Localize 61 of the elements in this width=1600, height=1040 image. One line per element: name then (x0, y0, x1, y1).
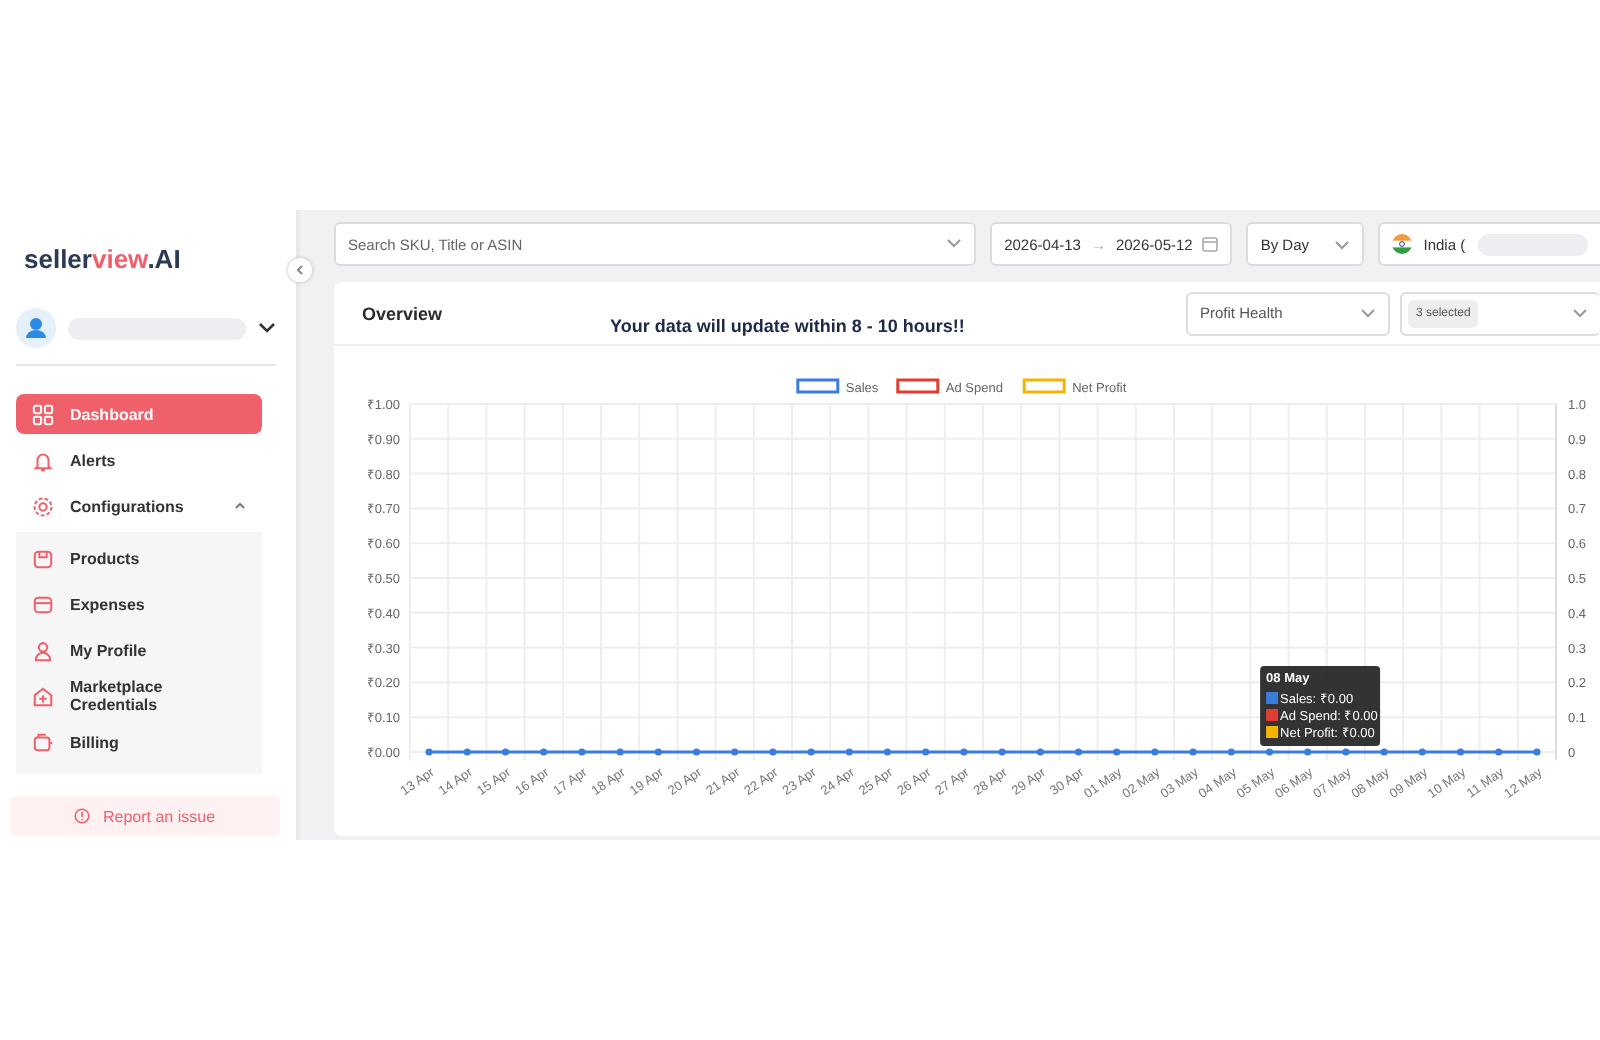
data-point (731, 748, 739, 756)
data-point (845, 748, 853, 756)
box-icon (32, 547, 54, 569)
data-point (883, 748, 892, 756)
sidebar-item[interactable]: Marketplace Credentials (16, 676, 262, 716)
logo: sellerview.AI (22, 242, 183, 278)
info-icon (74, 808, 91, 824)
data-point (425, 748, 433, 756)
data-point (1342, 748, 1350, 756)
tooltip-background (1260, 666, 1381, 746)
data-point (501, 748, 510, 756)
data-point (616, 748, 624, 756)
data-point (1265, 748, 1274, 756)
grid-icon (32, 403, 54, 425)
data-point (769, 748, 777, 756)
data-point (1533, 748, 1541, 756)
bell-icon (32, 449, 54, 471)
sidebar-item[interactable]: My Profile (16, 630, 262, 670)
data-point (1304, 748, 1312, 756)
chevron-left-icon (296, 264, 304, 276)
data-point (1495, 748, 1503, 756)
user-icon (32, 639, 54, 661)
sidebar-item[interactable]: Expenses (16, 584, 262, 624)
data-point (807, 748, 815, 756)
data-point (1418, 748, 1426, 756)
data-point (1227, 748, 1235, 756)
data-point (654, 748, 662, 756)
sidebar-item[interactable]: Alerts (16, 440, 262, 480)
sidebar-item[interactable]: Products (16, 538, 262, 578)
data-point (922, 748, 930, 756)
data-point (463, 748, 471, 756)
chevron-up-icon (234, 502, 246, 510)
card-icon (32, 731, 54, 753)
chevron-down-icon[interactable] (258, 322, 276, 334)
chevron-down-icon (1360, 308, 1376, 318)
calendar-icon (1202, 236, 1219, 252)
wallet-icon (32, 593, 54, 615)
chevron-down-icon (1572, 308, 1588, 318)
data-point (1074, 748, 1083, 756)
data-point (1113, 748, 1121, 756)
sidebar-item[interactable]: Billing (16, 722, 262, 762)
data-point (692, 748, 701, 756)
avatar-icon (16, 308, 56, 348)
chevron-down-icon (946, 238, 963, 248)
sidebar-item[interactable]: Configurations (16, 486, 262, 526)
collapse-button[interactable] (288, 258, 312, 282)
store-icon (32, 685, 54, 707)
update-message: Your data will update within 8 - 10 hours!! (610, 315, 967, 335)
data-point (960, 748, 968, 756)
data-point (1380, 748, 1388, 756)
gear-icon (32, 495, 54, 517)
data-point (1151, 748, 1159, 756)
data-point (1189, 748, 1197, 756)
overview-title: Overview (362, 303, 445, 323)
chevron-down-icon (1333, 239, 1350, 249)
data-point (998, 748, 1006, 756)
india-flag-icon (1391, 234, 1412, 254)
data-point (1036, 748, 1044, 756)
data-point (578, 748, 586, 756)
data-point (1456, 748, 1465, 756)
data-point (540, 748, 548, 756)
